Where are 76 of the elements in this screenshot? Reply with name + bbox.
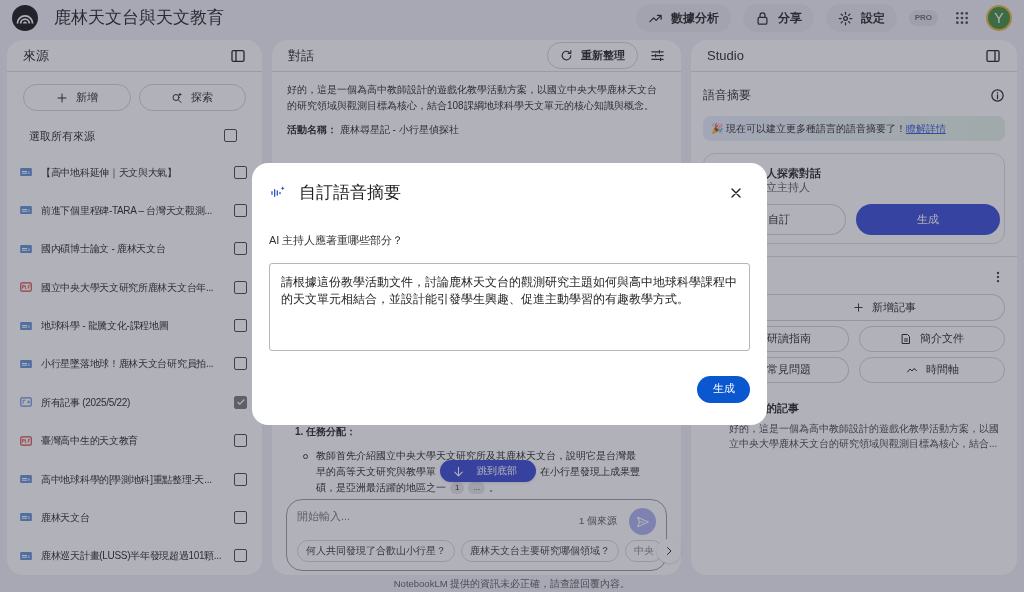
- pdf-icon: [19, 280, 33, 295]
- panel-title: Studio: [707, 46, 745, 65]
- bullet-text: 早的高等天文研究與教學單: [316, 465, 436, 479]
- source-item[interactable]: 鹿林天文台: [41, 509, 226, 525]
- checkbox[interactable]: [234, 510, 247, 524]
- notebook-title: 鹿林天文台與天文教育: [54, 7, 224, 30]
- activity-name: 活動名稱： 鹿林尋星記 - 小行星偵探社: [287, 123, 460, 137]
- source-item[interactable]: 鹿林巡天計畫(LUSS)半年發現超過101顆...: [41, 548, 226, 564]
- checkbox[interactable]: [234, 203, 247, 217]
- info-icon[interactable]: [990, 87, 1005, 103]
- header-button[interactable]: 設定: [825, 4, 897, 32]
- source-item[interactable]: 地球科學 - 龍騰文化-課程地圖: [41, 318, 226, 334]
- pro-badge: PRO: [908, 10, 938, 26]
- section-heading: 1. 任務分配：: [294, 425, 358, 439]
- lock-icon: [754, 10, 770, 26]
- document-icon: [900, 333, 912, 345]
- bullet-text: 碩，是亞洲最活躍的地區之一: [316, 481, 446, 495]
- select-all-label: 選取所有來源: [29, 128, 96, 144]
- header-button[interactable]: 數據分析: [635, 4, 731, 32]
- source-item[interactable]: 【高中地科延伸｜天文與大氣】: [41, 164, 226, 180]
- dialog-question: AI 主持人應著重哪些部分？: [269, 233, 405, 248]
- card-subtitle: 立主持人: [766, 180, 811, 194]
- panel-toggle-icon[interactable]: [985, 47, 1001, 64]
- source-item[interactable]: 臺灣高中生的天文教育: [41, 433, 226, 449]
- chat-input[interactable]: 開始輸入...: [297, 508, 580, 525]
- jump-to-bottom-button[interactable]: 跳到底部: [440, 460, 536, 482]
- note-icon: [19, 395, 33, 410]
- checkbox[interactable]: [234, 472, 247, 486]
- down-arrow-icon: [452, 464, 465, 478]
- search-sparkle-icon: [171, 91, 184, 104]
- panel-title: 來源: [23, 46, 50, 65]
- send-icon: [635, 514, 650, 529]
- tune-icon[interactable]: [650, 48, 665, 63]
- plus-icon: [55, 91, 68, 104]
- disclaimer: NotebookLM 提供的資訊未必正確，請查證回覆內容。: [392, 577, 632, 591]
- bullet-text: 。: [489, 481, 500, 495]
- source-count: 1 個來源: [579, 514, 617, 528]
- dialog-title: 自訂語音摘要: [299, 182, 402, 205]
- citation-chip[interactable]: ...: [468, 482, 486, 494]
- checkbox[interactable]: [234, 319, 247, 333]
- checkbox[interactable]: [234, 549, 247, 563]
- bullet-text: 教師首先介紹國立中央大學天文研究所及其鹿林天文台，說明它是台灣最: [316, 449, 637, 463]
- source-item[interactable]: 所有記事 (2025/5/22): [41, 394, 226, 410]
- logo-icon: [12, 5, 38, 31]
- note-title: 的記事: [766, 401, 800, 415]
- pdf-icon: [19, 433, 33, 448]
- source-item[interactable]: 高中地球科學的[學測地科]重點整理-天...: [41, 471, 226, 487]
- focus-text-field[interactable]: 請根據這份教學活動文件，討論鹿林天文台的觀測研究主題如何與高中地球科學課程中的天文單元相結合，並設計能引發學生興趣、促進主動學習的有趣教學方式。: [269, 262, 750, 351]
- settings-icon: [837, 10, 853, 26]
- source-item[interactable]: 國立中央大學天文研究所鹿林天文台年...: [41, 279, 226, 295]
- citation-chip[interactable]: 1: [450, 482, 465, 494]
- checkbox[interactable]: [234, 280, 247, 294]
- header-button[interactable]: 分享: [742, 4, 814, 32]
- plus-icon: [853, 302, 864, 313]
- bullet-text: 在小行星發現上成果豐: [540, 465, 640, 479]
- checkbox[interactable]: [234, 165, 247, 179]
- section-title: 語音摘要: [703, 87, 752, 104]
- checkbox[interactable]: [234, 395, 247, 409]
- checkbox[interactable]: [234, 434, 247, 448]
- check-icon: [235, 397, 246, 408]
- checkbox[interactable]: [234, 357, 247, 371]
- panel-title: 對話: [288, 46, 315, 65]
- checkbox[interactable]: [224, 129, 237, 143]
- response-paragraph: 好的，這是一個為高中教師設計的遊戲化教學活動方案，以國立中央大學鹿林天文台的研究領域與觀測目標為核心，結合108課綱地球科學天文單元的核心知識與概念。: [287, 83, 658, 113]
- generate-button[interactable]: 生成: [856, 204, 1000, 235]
- dialog-generate-button[interactable]: 生成: [697, 375, 750, 403]
- announcement-banner: 🎉 現在可以建立更多種語言的語音摘要了！瞭解詳情: [703, 116, 1005, 141]
- source-item[interactable]: 國內碩博士論文 - 鹿林天文台: [41, 241, 226, 257]
- refresh-icon: [560, 49, 573, 62]
- learn-more-link[interactable]: 瞭解詳情: [905, 123, 946, 134]
- apps-icon[interactable]: [954, 10, 970, 26]
- source-item[interactable]: 前進下個里程碑-TARA – 台灣天文觀測...: [41, 202, 226, 218]
- card-title: 人探索對話: [766, 166, 822, 180]
- source-item[interactable]: 小行星墜落地球！鹿林天文台研究員拍...: [41, 356, 226, 372]
- checkbox[interactable]: [234, 242, 247, 256]
- sidebar-toggle-icon[interactable]: [230, 47, 246, 64]
